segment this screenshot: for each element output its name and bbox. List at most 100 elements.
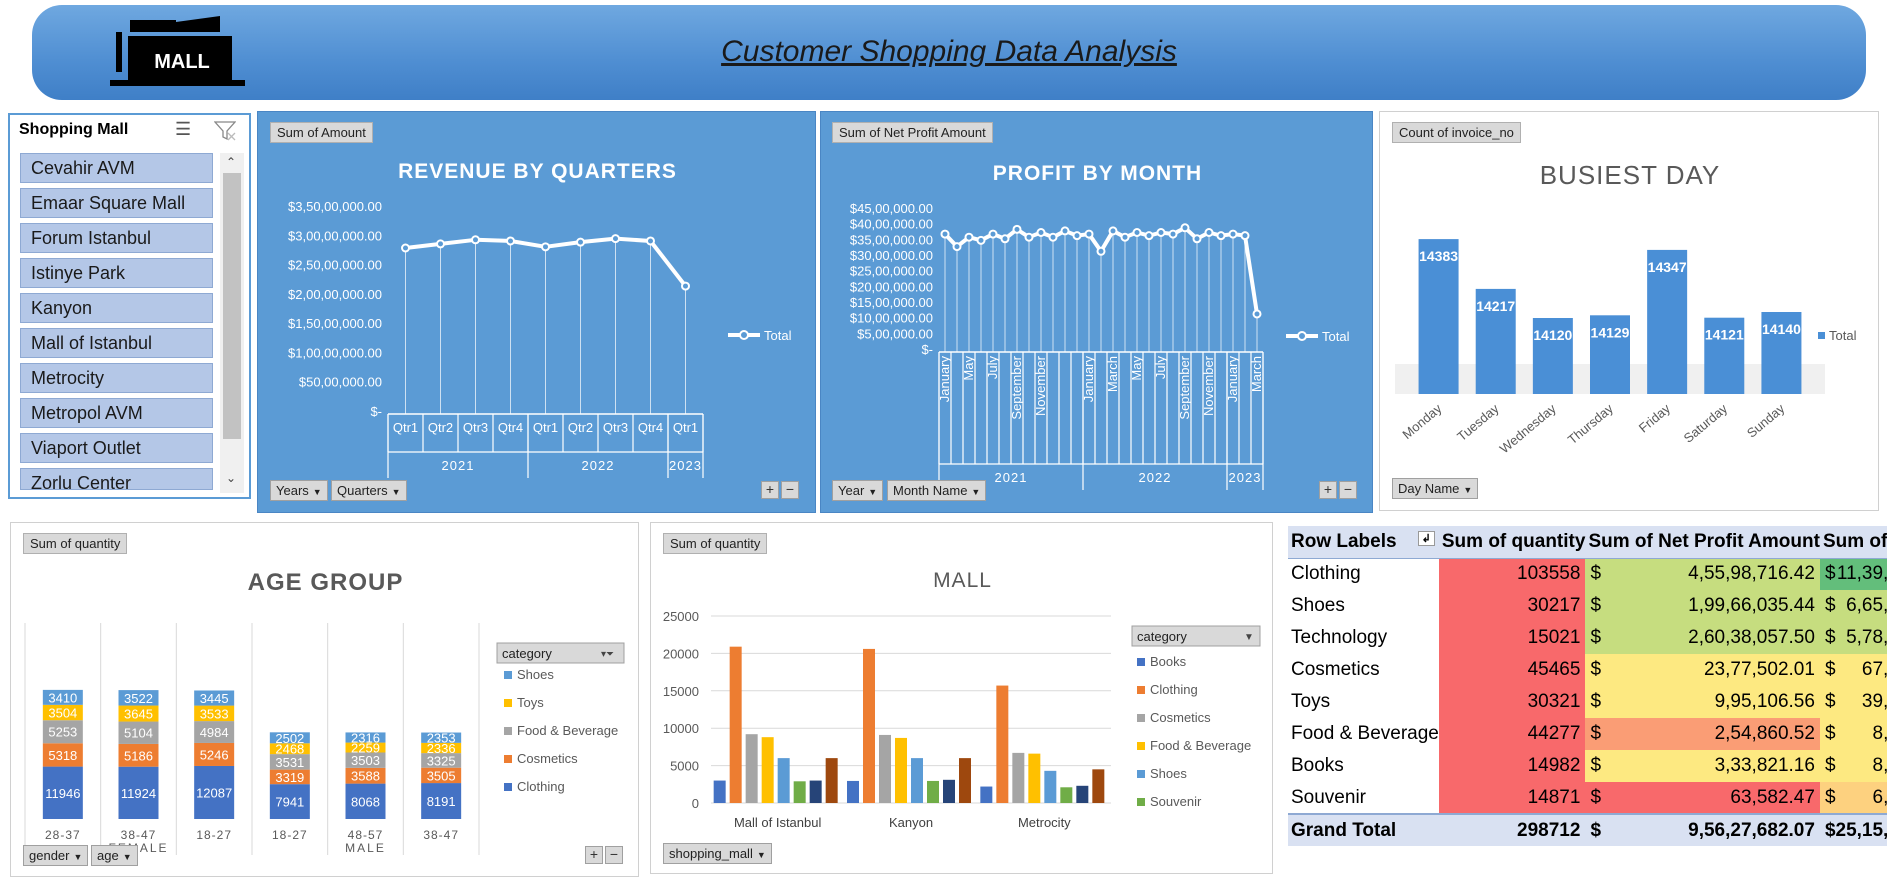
year-filter-button[interactable]: Year ▼ [832,480,884,501]
legend-point-marker [1297,331,1307,341]
slicer-item[interactable]: Metrocity [20,363,213,393]
cell-value: 2,54,860.52 [1714,723,1815,744]
data-label: 3319 [275,770,304,785]
data-label: 3522 [124,691,153,706]
scroll-down-icon[interactable]: ⌄ [226,471,236,485]
cell-value: 23,77,502.01 [1703,659,1815,680]
category-label: Qtr3 [603,420,628,435]
amount-cell: $5,78,62,350.00 [1819,622,1887,654]
slicer-item[interactable]: Metropol AVM [20,398,213,428]
expand-button[interactable]: + [585,846,603,864]
data-point [1228,229,1238,239]
category-label: 38-47 [121,828,157,842]
sort-filter-icon[interactable]: ↲ [1417,530,1435,546]
amount-cell: $67,92,862.90 [1819,654,1887,686]
legend-marker [1137,686,1145,694]
row-label: Shoes [1288,590,1439,622]
y-tick-label: $2,00,00,000.00 [288,287,382,302]
group-label: 2022 [1139,470,1172,485]
data-point [1000,234,1010,244]
busiest-plot: 14383 Monday 14217 Tuesday 14120 Wednesday 141… [1395,239,1857,456]
collapse-button[interactable]: − [781,481,799,499]
slicer-item[interactable]: Mall of Istanbul [20,328,213,358]
table-row[interactable]: Cosmetics45465$23,77,502.01$67,92,862.90 [1288,654,1887,686]
age-plot: 11946 5318 5253 35043410 28-37 11924 5186 5104 3… [24,623,625,855]
bar-clothing [729,646,742,803]
legend-marker [504,671,512,679]
multi-select-icon[interactable]: ☰ [175,119,191,140]
shopping-mall-filter-button[interactable]: shopping_mall ▼ [663,843,772,864]
amount-cell: $6,65,53,451.47 [1819,590,1887,622]
mall-chart: Sum of quantity MALL 0 5000 10000 15000 2000… [650,522,1273,874]
legend-label: Food & Beverage [1150,738,1251,753]
scrollbar-thumb[interactable] [223,173,241,439]
currency-symbol: $ [1824,755,1836,776]
cell-value: 2,60,38,057.50 [1688,627,1815,648]
collapse-button[interactable]: − [605,846,623,864]
cell-value: 25,15,05,794.25 [1835,819,1887,841]
chevron-down-icon: ▼ [1244,632,1254,643]
table-row[interactable]: Toys30321$9,95,106.56$39,80,426.24 [1288,686,1887,718]
table-row[interactable]: Shoes30217$1,99,66,035.44$6,65,53,451.47 [1288,590,1887,622]
row-labels-header[interactable]: Row Labels ↲ [1288,526,1439,559]
y-tick-label: $10,00,000.00 [850,311,933,326]
slicer-item[interactable]: Cevahir AVM [20,153,213,183]
legend-title: category [1137,629,1187,644]
slicer-item[interactable]: Emaar Square Mall [20,188,213,218]
month-name-filter-button[interactable]: Month Name ▼ [887,480,987,501]
years-filter-button[interactable]: Years ▼ [270,480,328,501]
bar-toys [959,758,971,803]
slicer-item[interactable]: Viaport Outlet [20,433,213,463]
category-label: Mall of Istanbul [734,815,822,830]
slicer-item[interactable]: Istinye Park [20,258,213,288]
data-label: 4984 [200,725,229,740]
chevron-down-icon: ▼ [868,487,878,497]
expand-button[interactable]: + [761,481,779,499]
legend-marker [504,727,512,735]
age-filter-button[interactable]: age ▼ [91,845,138,866]
quantity-cell: 44277 [1438,718,1586,750]
quarters-filter-button[interactable]: Quarters ▼ [331,480,407,501]
net-profit-cell: $2,60,38,057.50 [1585,622,1820,654]
slicer-scrollbar[interactable]: ⌃ ⌄ [220,153,244,493]
bar-food-beverage [761,737,774,803]
table-row[interactable]: Books14982$3,33,821.16$8,34,552.90 [1288,750,1887,782]
y-tick-label: $- [921,342,933,357]
data-label: 3645 [124,707,153,722]
bar-food-beverage [1028,753,1041,803]
slicer-item[interactable]: Forum Istanbul [20,223,213,253]
table-row[interactable]: Food & Beverage44277$2,54,860.52$8,49,53… [1288,718,1887,750]
quantity-cell: 103558 [1438,558,1586,590]
slicer-item[interactable]: Kanyon [20,293,213,323]
scroll-up-icon[interactable]: ⌃ [226,155,236,169]
data-point [1168,229,1178,239]
category-label: Qtr4 [498,420,523,435]
data-point [611,234,620,244]
expand-button[interactable]: + [1319,481,1337,499]
category-label: Metrocity [1018,815,1071,830]
data-label: 7941 [275,795,304,810]
day-name-filter-button[interactable]: Day Name ▼ [1392,478,1479,499]
bar-clothing [996,685,1009,803]
table-row[interactable]: Souvenir14871$63,582.47$6,35,824.65 [1288,782,1887,814]
gender-filter-button[interactable]: gender ▼ [23,845,89,866]
data-point [1024,232,1034,242]
slicer-item[interactable]: Zorlu Center [20,468,213,490]
data-label: 12087 [196,785,232,800]
table-row[interactable]: Technology15021$2,60,38,057.50$5,78,62,3… [1288,622,1887,654]
clear-filter-icon[interactable] [213,121,237,146]
y-tick-label: 0 [692,796,699,811]
cell-value: 67,92,862.90 [1861,659,1887,680]
data-label: 14347 [1648,259,1687,275]
table-row[interactable]: Clothing103558$4,55,98,716.42$11,39,96,7… [1288,558,1887,590]
filter-icon: ▾⏷ [601,649,614,660]
category-label: March [1249,356,1264,392]
data-label: 3588 [351,769,380,784]
amount-cell: $8,34,552.90 [1819,750,1887,782]
category-label: Saturday [1681,400,1731,445]
category-label: Qtr2 [428,420,453,435]
collapse-button[interactable]: − [1339,481,1357,499]
legend-label: Total [764,328,792,343]
data-point [1036,228,1046,237]
data-point [1216,231,1226,241]
